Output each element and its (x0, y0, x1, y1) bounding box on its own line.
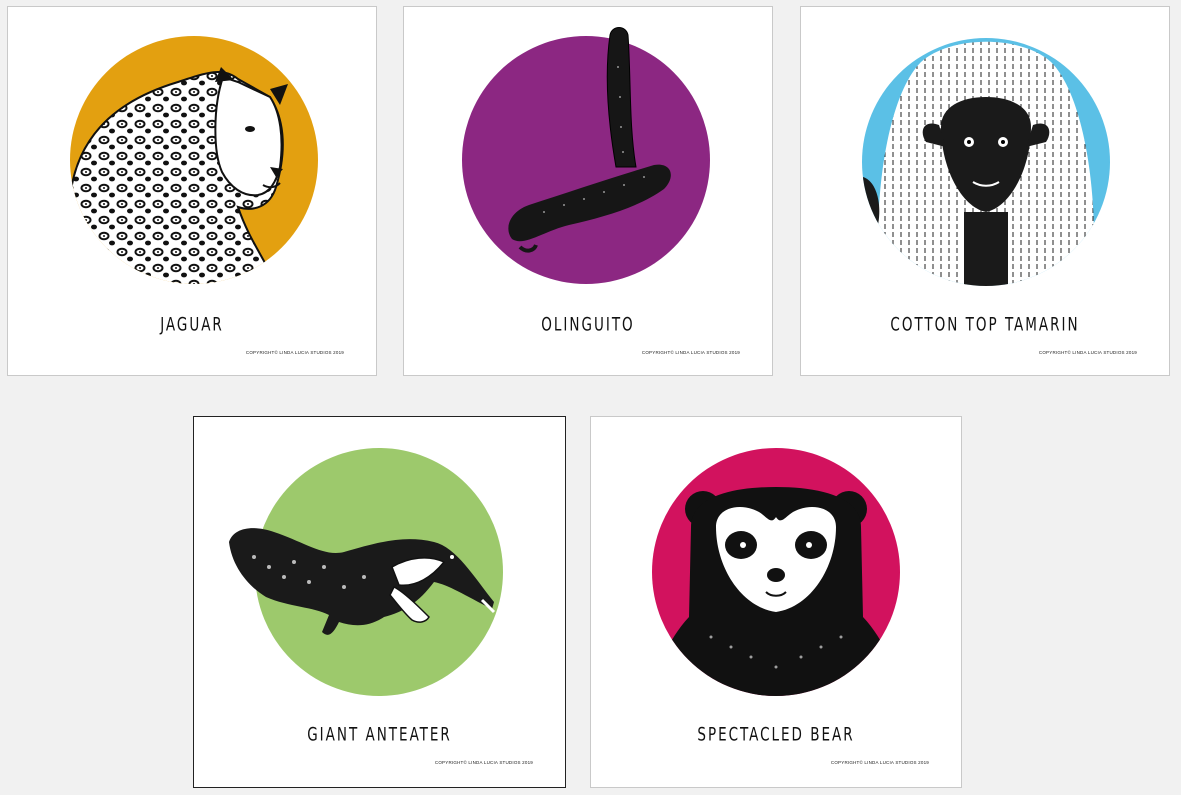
copyright-text: COPYRIGHT© LINDA LUCIA STUDIOS 2019 (641, 350, 740, 355)
olinguito-circle (462, 36, 710, 284)
copyright-text: COPYRIGHT© LINDA LUCIA STUDIOS 2019 (245, 350, 344, 355)
print-title: COTTON TOP TAMARIN (890, 313, 1080, 336)
copyright-text: COPYRIGHT© LINDA LUCIA STUDIOS 2019 (434, 760, 533, 765)
copyright-text: COPYRIGHT© LINDA LUCIA STUDIOS 2019 (830, 760, 929, 765)
print-card-olinguito[interactable]: OLINGUITO COPYRIGHT© LINDA LUCIA STUDIOS… (403, 6, 773, 376)
print-card-bear[interactable]: SPECTACLED BEAR COPYRIGHT© LINDA LUCIA S… (590, 416, 962, 788)
print-card-tamarin[interactable]: COTTON TOP TAMARIN COPYRIGHT© LINDA LUCI… (800, 6, 1170, 376)
print-card-jaguar[interactable]: JAGUAR COPYRIGHT© LINDA LUCIA STUDIOS 20… (7, 6, 377, 376)
print-title: GIANT ANTEATER (307, 723, 452, 746)
print-title: OLINGUITO (541, 313, 635, 336)
print-card-anteater[interactable]: GIANT ANTEATER COPYRIGHT© LINDA LUCIA ST… (193, 416, 566, 788)
print-title: JAGUAR (160, 313, 224, 336)
copyright-text: COPYRIGHT© LINDA LUCIA STUDIOS 2019 (1038, 350, 1137, 355)
print-title: SPECTACLED BEAR (697, 723, 855, 746)
